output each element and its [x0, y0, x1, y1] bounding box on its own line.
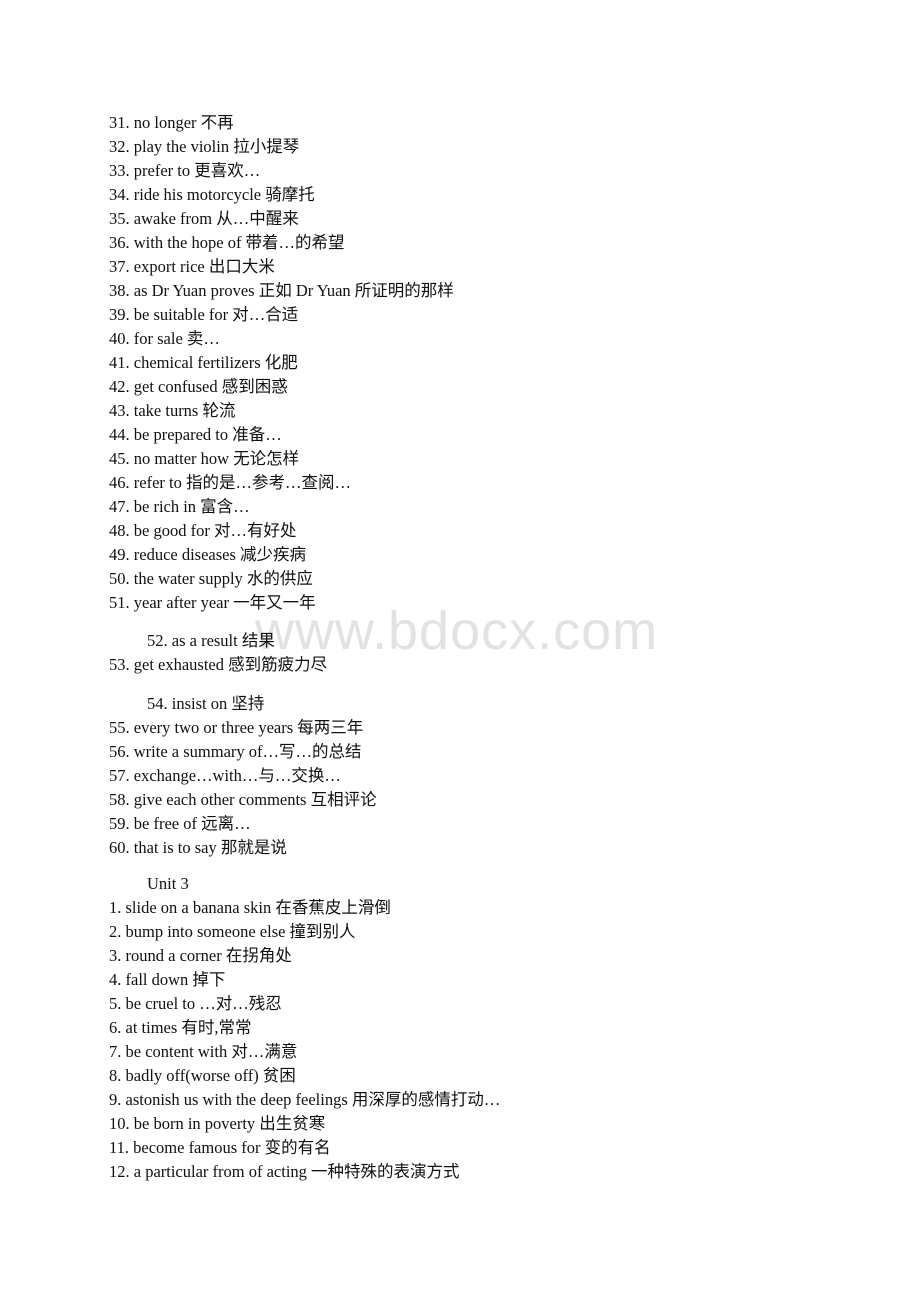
- list-item: 7. be content with 对…满意: [109, 1042, 298, 1061]
- list-item: 48. be good for 对…有好处: [109, 521, 297, 540]
- list-item: 5. be cruel to …对…残忍: [109, 994, 282, 1013]
- unit-heading: Unit 3: [147, 874, 189, 893]
- list-item: 46. refer to 指的是…参考…查阅…: [109, 473, 351, 492]
- list-item: 40. for sale 卖…: [109, 329, 220, 348]
- list-item: 42. get confused 感到困惑: [109, 377, 288, 396]
- list-item: 39. be suitable for 对…合适: [109, 305, 299, 324]
- list-item: 31. no longer 不再: [109, 113, 234, 132]
- list-item: 36. with the hope of 带着…的希望: [109, 233, 345, 252]
- list-item: 32. play the violin 拉小提琴: [109, 137, 300, 156]
- list-item: 44. be prepared to 准备…: [109, 425, 282, 444]
- list-item: 34. ride his motorcycle 骑摩托: [109, 185, 315, 204]
- list-item: 53. get exhausted 感到筋疲力尽: [109, 655, 328, 674]
- list-item: 33. prefer to 更喜欢…: [109, 161, 261, 180]
- list-item: 59. be free of 远离…: [109, 814, 251, 833]
- list-item: 10. be born in poverty 出生贫寒: [109, 1114, 326, 1133]
- list-item: 9. astonish us with the deep feelings 用深…: [109, 1090, 501, 1109]
- list-item-indented: 52. as a result 结果: [147, 631, 275, 650]
- list-item: 47. be rich in 富含…: [109, 497, 250, 516]
- list-item: 43. take turns 轮流: [109, 401, 236, 420]
- list-item: 45. no matter how 无论怎样: [109, 449, 300, 468]
- list-item: 35. awake from 从…中醒来: [109, 209, 299, 228]
- list-item: 4. fall down 掉下: [109, 970, 226, 989]
- document-page: www.bdocx.com 31. no longer 不再 32. play …: [0, 0, 920, 1302]
- list-item: 49. reduce diseases 减少疾病: [109, 545, 307, 564]
- list-item: 11. become famous for 变的有名: [109, 1138, 331, 1157]
- list-item: 55. every two or three years 每两三年: [109, 718, 364, 737]
- list-item: 60. that is to say 那就是说: [109, 838, 287, 857]
- list-item: 12. a particular from of acting 一种特殊的表演方…: [109, 1162, 460, 1181]
- list-item: 1. slide on a banana skin 在香蕉皮上滑倒: [109, 898, 391, 917]
- list-item: 6. at times 有时,常常: [109, 1018, 252, 1037]
- list-item: 57. exchange…with…与…交换…: [109, 766, 341, 785]
- list-item: 56. write a summary of…写…的总结: [109, 742, 362, 761]
- list-item: 2. bump into someone else 撞到别人: [109, 922, 356, 941]
- list-item: 37. export rice 出口大米: [109, 257, 275, 276]
- list-item: 41. chemical fertilizers 化肥: [109, 353, 298, 372]
- list-item: 58. give each other comments 互相评论: [109, 790, 377, 809]
- list-item: 50. the water supply 水的供应: [109, 569, 313, 588]
- list-item: 51. year after year 一年又一年: [109, 593, 316, 612]
- list-item-indented: 54. insist on 坚持: [147, 694, 265, 713]
- list-item: 3. round a corner 在拐角处: [109, 946, 292, 965]
- list-item: 38. as Dr Yuan proves 正如 Dr Yuan 所证明的那样: [109, 281, 454, 300]
- list-item: 8. badly off(worse off) 贫困: [109, 1066, 296, 1085]
